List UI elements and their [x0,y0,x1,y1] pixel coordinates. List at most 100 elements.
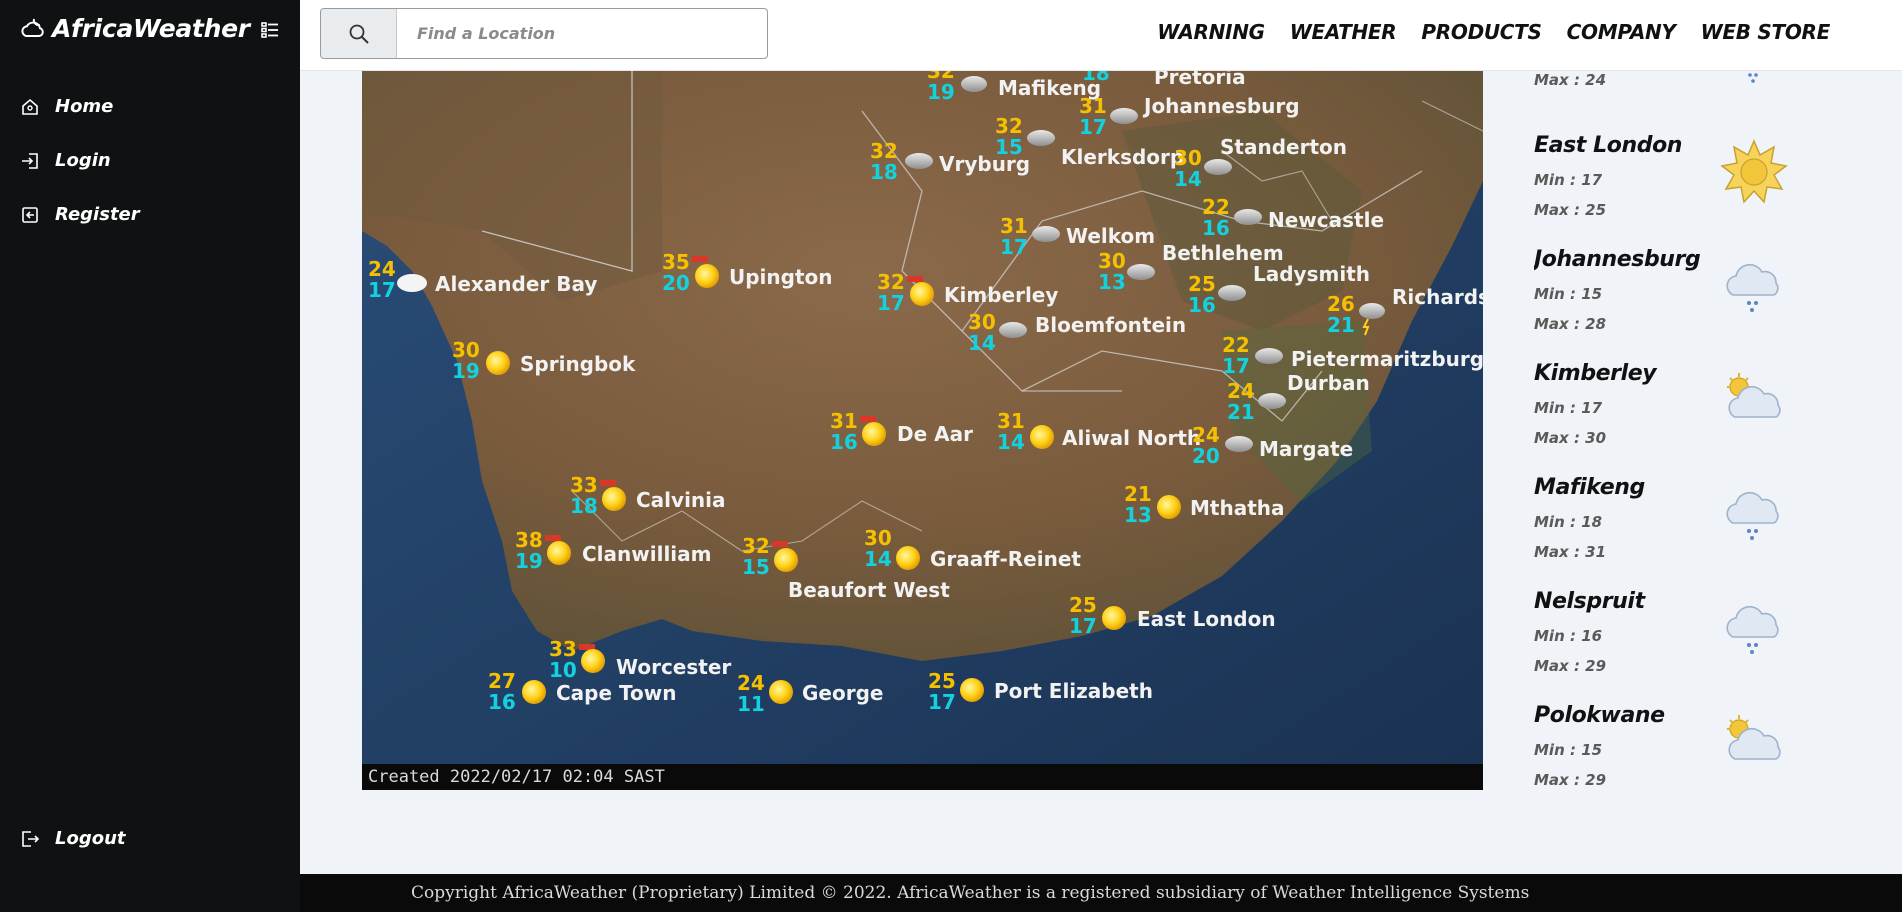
svg-text:Durban: Durban [1287,371,1370,395]
svg-text:Johannesburg: Johannesburg [1142,94,1300,118]
svg-text:14: 14 [968,331,996,355]
svg-text:Cape Town: Cape Town [556,681,676,705]
svg-text:16: 16 [1188,293,1216,317]
svg-text:19: 19 [515,549,543,573]
svg-text:19: 19 [452,359,480,383]
svg-text:Klerksdorp: Klerksdorp [1061,145,1184,169]
svg-text:Beaufort West: Beaufort West [788,578,950,602]
cloud-moon-icon [21,18,44,37]
svg-text:17: 17 [1222,354,1250,378]
drizzle-icon [1726,263,1779,312]
svg-text:21: 21 [1227,400,1255,424]
city-min: Min : 17 [1534,399,1603,417]
svg-text:George: George [802,681,883,705]
forecast-item-mafikeng[interactable]: Mafikeng Min : 18 Max : 31 [1534,475,1814,589]
city-name: Mafikeng [1534,475,1645,500]
svg-text:Mthatha: Mthatha [1190,496,1285,520]
svg-text:Worcester: Worcester [616,655,731,679]
svg-text:10: 10 [549,658,577,682]
svg-text:14: 14 [1174,167,1202,191]
sidebar-item-label: Home [55,96,114,117]
svg-text:15: 15 [995,135,1023,159]
forecast-item-partial[interactable]: Max : 24 [1534,71,1814,97]
svg-text:Standerton: Standerton [1220,135,1347,159]
city-min: Min : 18 [1534,513,1603,531]
sidebar: AfricaWeather Home Login Register Logout [0,0,300,912]
city-min: Min : 16 [1534,627,1603,645]
svg-text:Pietermaritzburg: Pietermaritzburg [1291,347,1483,371]
svg-text:17: 17 [877,291,905,315]
svg-text:20: 20 [662,271,690,295]
menu-toggle-icon[interactable] [260,20,280,40]
svg-text:19: 19 [927,80,955,104]
svg-text:17: 17 [1069,614,1097,638]
city-min: Min : 17 [1534,171,1603,189]
logout-label: Logout [55,828,126,849]
nav-warning[interactable]: WARNING [1157,20,1265,44]
svg-text:17: 17 [1079,115,1107,139]
svg-text:14: 14 [864,547,892,571]
top-header: WARNING WEATHER PRODUCTS COMPANY WEB STO… [300,0,1902,71]
city-min: Min : 15 [1534,741,1603,759]
sidebar-item-label: Register [55,204,140,225]
map-caption: Created 2022/02/17 02:04 SAST [362,764,1483,790]
svg-text:Clanwilliam: Clanwilliam [582,542,712,566]
svg-text:East London: East London [1137,607,1276,631]
sidebar-item-login[interactable]: Login [20,150,111,171]
map-station-mafikeng[interactable]: 3219 Mafikeng [927,71,1101,104]
nav-weather[interactable]: WEATHER [1290,20,1397,44]
search-button[interactable] [321,9,397,58]
search-icon [349,24,369,44]
brand-name: AfricaWeather [52,14,250,43]
city-min: Min : 15 [1534,285,1603,303]
city-max: Max : 28 [1534,315,1607,333]
search-input[interactable] [397,9,767,58]
forecast-item-polokwane[interactable]: Polokwane Min : 15 Max : 29 [1534,703,1814,791]
forecast-item-nelspruit[interactable]: Nelspruit Min : 16 Max : 29 [1534,589,1814,703]
svg-text:Richards: Richards [1392,285,1483,309]
city-max: Max : 29 [1534,657,1607,675]
logout-button[interactable]: Logout [20,828,126,849]
forecast-item-east-london[interactable]: East London Min : 17 Max : 25 [1534,133,1814,247]
svg-text:16: 16 [830,430,858,454]
city-max: Max : 25 [1534,201,1607,219]
svg-text:18: 18 [1082,71,1110,85]
svg-text:16: 16 [488,690,516,714]
svg-text:Alexander Bay: Alexander Bay [435,272,597,296]
svg-text:Margate: Margate [1259,437,1353,461]
nav-company[interactable]: COMPANY [1567,20,1676,44]
drizzle-icon [1726,491,1779,540]
sidebar-item-register[interactable]: Register [20,204,140,225]
svg-text:21: 21 [1327,313,1355,337]
city-name: Johannesburg [1534,247,1701,272]
city-max: Max : 31 [1534,543,1607,561]
city-name: Nelspruit [1534,589,1645,614]
sidebar-item-home[interactable]: Home [20,96,113,117]
svg-text:Springbok: Springbok [520,352,636,376]
forecast-item-johannesburg[interactable]: Johannesburg Min : 15 Max : 28 [1534,247,1814,361]
forecast-item-kimberley[interactable]: Kimberley Min : 17 Max : 30 [1534,361,1814,475]
city-name: East London [1534,133,1683,158]
nav-products[interactable]: PRODUCTS [1421,20,1542,44]
svg-text:13: 13 [1124,503,1152,527]
top-nav: WARNING WEATHER PRODUCTS COMPANY WEB STO… [1157,20,1830,44]
nav-web-store[interactable]: WEB STORE [1701,20,1831,44]
svg-text:Upington: Upington [729,265,833,289]
footer: Copyright AfricaWeather (Proprietary) Li… [300,874,1902,912]
city-max: Max : 30 [1534,429,1607,447]
weather-map[interactable]: 32 19 Mafikeng 18 Pretoria 31 17 Johannesb… [362,71,1483,790]
svg-text:17: 17 [928,690,956,714]
svg-text:13: 13 [1098,270,1126,294]
login-icon [20,151,40,171]
svg-text:17: 17 [1000,235,1028,259]
city-name: Kimberley [1534,361,1657,386]
svg-text:15: 15 [742,555,770,579]
svg-text:Port Elizabeth: Port Elizabeth [994,679,1153,703]
svg-text:18: 18 [870,160,898,184]
map-image: 3219 Mafikeng 18 Pretoria 3117 Johannesb… [362,71,1483,790]
city-max: Max : 29 [1534,771,1607,789]
svg-text:20: 20 [1192,444,1220,468]
drizzle-icon [1748,73,1758,83]
svg-text:Calvinia: Calvinia [636,488,726,512]
brand-logo[interactable]: AfricaWeather [20,14,250,43]
